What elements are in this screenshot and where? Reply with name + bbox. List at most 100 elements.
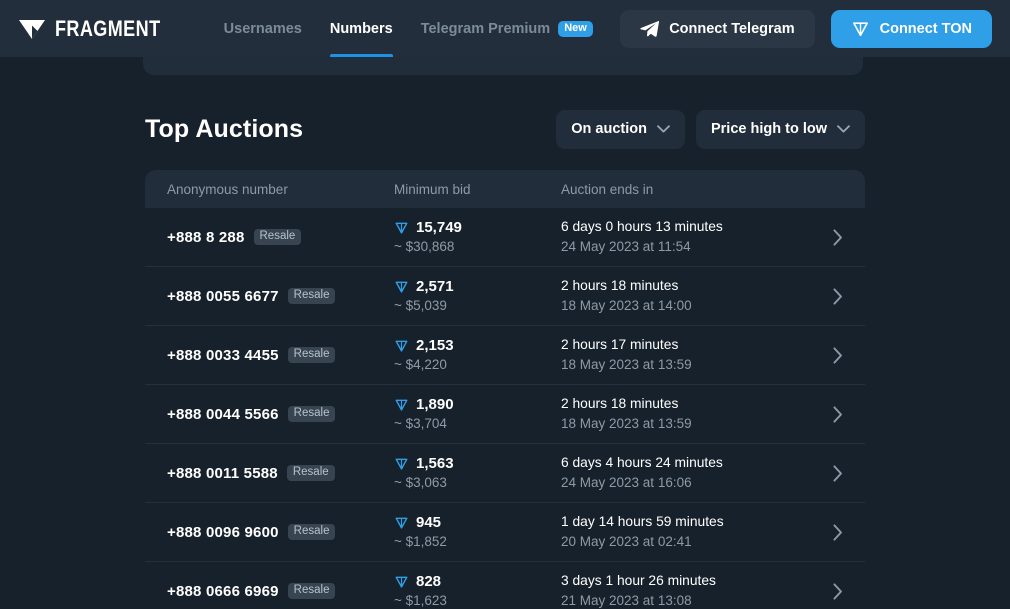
nav-item-telegram-premium[interactable]: Telegram Premium New <box>407 0 607 57</box>
bid-amount: 945 <box>416 514 441 531</box>
nav-item-numbers[interactable]: Numbers <box>316 0 407 57</box>
time-remaining: 6 days 0 hours 13 minutes <box>561 219 813 236</box>
connect-telegram-label: Connect Telegram <box>669 21 794 37</box>
bid-usd-estimate: ~ $30,868 <box>394 239 561 255</box>
nav-label: Telegram Premium <box>421 21 550 37</box>
phone-number: +888 0055 6677 <box>167 288 279 305</box>
cell-row-arrow[interactable] <box>813 583 843 600</box>
logo-text: FRAGMENT <box>55 16 160 42</box>
resale-badge: Resale <box>288 347 336 364</box>
bid-amount-row: 2,153 <box>394 337 561 354</box>
header-actions: Connect Telegram Connect TON <box>620 10 992 48</box>
resale-badge: Resale <box>287 465 335 482</box>
bid-usd-estimate: ~ $3,704 <box>394 416 561 432</box>
table-row[interactable]: +888 0044 5566 Resale 1,890 ~ $3,704 2 h… <box>145 385 865 444</box>
chevron-down-icon <box>657 125 670 133</box>
filter-status-dropdown[interactable]: On auction <box>556 110 685 149</box>
table-row[interactable]: +888 0666 6969 Resale 828 ~ $1,623 3 day… <box>145 562 865 609</box>
bid-amount: 2,571 <box>416 278 454 295</box>
fragment-diamond-icon <box>18 18 46 40</box>
cell-auction-ends-in: 1 day 14 hours 59 minutes 20 May 2023 at… <box>561 514 813 551</box>
cell-row-arrow[interactable] <box>813 229 843 246</box>
cell-minimum-bid: 945 ~ $1,852 <box>394 514 561 550</box>
table-header-row: Anonymous number Minimum bid Auction end… <box>145 170 865 208</box>
nav-label: Usernames <box>224 21 302 37</box>
end-date: 18 May 2023 at 13:59 <box>561 416 813 432</box>
column-header-auction-ends-in: Auction ends in <box>561 182 813 197</box>
phone-number: +888 8 288 <box>167 229 245 246</box>
nav-item-usernames[interactable]: Usernames <box>210 0 316 57</box>
ton-diamond-icon <box>851 19 870 38</box>
new-badge: New <box>558 21 593 37</box>
chevron-right-icon <box>833 524 843 541</box>
cell-row-arrow[interactable] <box>813 347 843 364</box>
filter-group: On auction Price high to low <box>556 110 865 149</box>
cell-row-arrow[interactable] <box>813 524 843 541</box>
ton-diamond-icon <box>394 338 409 353</box>
fragment-logo[interactable]: FRAGMENT <box>18 16 184 42</box>
chevron-right-icon <box>833 583 843 600</box>
cell-row-arrow[interactable] <box>813 406 843 423</box>
cell-minimum-bid: 1,890 ~ $3,704 <box>394 396 561 432</box>
cell-anonymous-number: +888 0096 9600 Resale <box>167 524 394 541</box>
table-row[interactable]: +888 0055 6677 Resale 2,571 ~ $5,039 2 h… <box>145 267 865 326</box>
cell-minimum-bid: 15,749 ~ $30,868 <box>394 219 561 255</box>
bid-amount: 1,563 <box>416 455 454 472</box>
bid-amount-row: 945 <box>394 514 561 531</box>
table-row[interactable]: +888 8 288 Resale 15,749 ~ $30,868 6 day… <box>145 208 865 267</box>
resale-badge: Resale <box>288 524 336 541</box>
cell-anonymous-number: +888 8 288 Resale <box>167 229 394 246</box>
end-date: 18 May 2023 at 13:59 <box>561 357 813 373</box>
ton-diamond-icon <box>394 279 409 294</box>
nav-label: Numbers <box>330 21 393 37</box>
phone-number: +888 0011 5588 <box>167 465 278 482</box>
bid-usd-estimate: ~ $1,623 <box>394 593 561 609</box>
cell-anonymous-number: +888 0044 5566 Resale <box>167 406 394 423</box>
chevron-down-icon <box>837 125 850 133</box>
time-remaining: 3 days 1 hour 26 minutes <box>561 573 813 590</box>
cell-row-arrow[interactable] <box>813 288 843 305</box>
time-remaining: 2 hours 18 minutes <box>561 396 813 413</box>
section-header: Top Auctions On auction Price high to lo… <box>145 107 865 151</box>
cell-anonymous-number: +888 0033 4455 Resale <box>167 347 394 364</box>
resale-badge: Resale <box>288 583 336 600</box>
resale-badge: Resale <box>288 288 336 305</box>
connect-ton-button[interactable]: Connect TON <box>831 10 992 48</box>
chevron-right-icon <box>833 465 843 482</box>
main-nav: Usernames Numbers Telegram Premium New <box>210 0 607 57</box>
page-title: Top Auctions <box>145 115 303 144</box>
filter-sort-label: Price high to low <box>711 121 827 137</box>
cell-minimum-bid: 1,563 ~ $3,063 <box>394 455 561 491</box>
cell-auction-ends-in: 2 hours 18 minutes 18 May 2023 at 14:00 <box>561 278 813 315</box>
connect-telegram-button[interactable]: Connect Telegram <box>620 10 814 48</box>
cell-auction-ends-in: 2 hours 17 minutes 18 May 2023 at 13:59 <box>561 337 813 374</box>
bid-amount: 828 <box>416 573 441 590</box>
connect-ton-label: Connect TON <box>880 21 972 37</box>
cell-anonymous-number: +888 0055 6677 Resale <box>167 288 394 305</box>
phone-number: +888 0666 6969 <box>167 583 279 600</box>
bid-usd-estimate: ~ $5,039 <box>394 298 561 314</box>
table-body: +888 8 288 Resale 15,749 ~ $30,868 6 day… <box>145 208 865 609</box>
filter-sort-dropdown[interactable]: Price high to low <box>696 110 865 149</box>
page-body: Top Auctions On auction Price high to lo… <box>0 57 1010 609</box>
cell-anonymous-number: +888 0011 5588 Resale <box>167 465 394 482</box>
filter-status-label: On auction <box>571 121 647 137</box>
cell-minimum-bid: 828 ~ $1,623 <box>394 573 561 609</box>
chevron-right-icon <box>833 406 843 423</box>
end-date: 24 May 2023 at 11:54 <box>561 239 813 255</box>
ton-diamond-icon <box>394 456 409 471</box>
phone-number: +888 0044 5566 <box>167 406 279 423</box>
cell-auction-ends-in: 2 hours 18 minutes 18 May 2023 at 13:59 <box>561 396 813 433</box>
chevron-right-icon <box>833 288 843 305</box>
table-row[interactable]: +888 0033 4455 Resale 2,153 ~ $4,220 2 h… <box>145 326 865 385</box>
bid-amount: 1,890 <box>416 396 454 413</box>
chevron-right-icon <box>833 229 843 246</box>
cell-row-arrow[interactable] <box>813 465 843 482</box>
cell-auction-ends-in: 6 days 4 hours 24 minutes 24 May 2023 at… <box>561 455 813 492</box>
cell-anonymous-number: +888 0666 6969 Resale <box>167 583 394 600</box>
ton-diamond-icon <box>394 515 409 530</box>
end-date: 24 May 2023 at 16:06 <box>561 475 813 491</box>
table-row[interactable]: +888 0011 5588 Resale 1,563 ~ $3,063 6 d… <box>145 444 865 503</box>
table-row[interactable]: +888 0096 9600 Resale 945 ~ $1,852 1 day… <box>145 503 865 562</box>
bid-amount: 2,153 <box>416 337 454 354</box>
